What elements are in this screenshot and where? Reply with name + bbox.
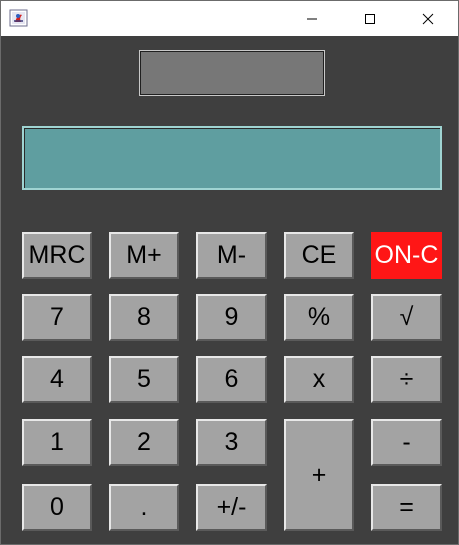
- title-bar: [1, 1, 458, 36]
- minimize-button[interactable]: [283, 1, 341, 36]
- digit-6-button[interactable]: 6: [196, 356, 267, 403]
- calculator-body: MRC M+ M- CE ON-C 7 8 9 % √ 4 5 6 x ÷ 1 …: [1, 36, 458, 544]
- digit-9-button[interactable]: 9: [196, 294, 267, 341]
- clear-entry-button[interactable]: CE: [284, 232, 354, 279]
- square-root-button[interactable]: √: [371, 294, 442, 341]
- digit-2-button[interactable]: 2: [109, 419, 179, 466]
- memory-plus-button[interactable]: M+: [109, 232, 179, 279]
- calculator-window: MRC M+ M- CE ON-C 7 8 9 % √ 4 5 6 x ÷ 1 …: [0, 0, 459, 545]
- percent-button[interactable]: %: [284, 294, 354, 341]
- close-button[interactable]: [399, 1, 457, 36]
- main-display: [22, 126, 442, 190]
- memory-display: [139, 50, 325, 96]
- mrc-button[interactable]: MRC: [22, 232, 92, 279]
- digit-1-button[interactable]: 1: [22, 419, 92, 466]
- equals-button[interactable]: =: [371, 484, 442, 531]
- digit-7-button[interactable]: 7: [22, 294, 92, 341]
- close-icon: [422, 13, 434, 24]
- decimal-point-button[interactable]: .: [109, 484, 179, 531]
- maximize-button[interactable]: [341, 1, 399, 36]
- on-clear-button[interactable]: ON-C: [371, 232, 442, 279]
- memory-minus-button[interactable]: M-: [196, 232, 267, 279]
- divide-button[interactable]: ÷: [371, 356, 442, 403]
- plus-button[interactable]: +: [284, 419, 354, 531]
- maximize-icon: [365, 13, 375, 24]
- plus-minus-button[interactable]: +/-: [196, 484, 267, 531]
- digit-3-button[interactable]: 3: [196, 419, 267, 466]
- java-app-icon: [9, 9, 29, 27]
- digit-0-button[interactable]: 0: [22, 484, 92, 531]
- minus-button[interactable]: -: [371, 419, 442, 466]
- digit-4-button[interactable]: 4: [22, 356, 92, 403]
- digit-5-button[interactable]: 5: [109, 356, 179, 403]
- multiply-button[interactable]: x: [284, 356, 354, 403]
- digit-8-button[interactable]: 8: [109, 294, 179, 341]
- minimize-icon: [307, 18, 317, 19]
